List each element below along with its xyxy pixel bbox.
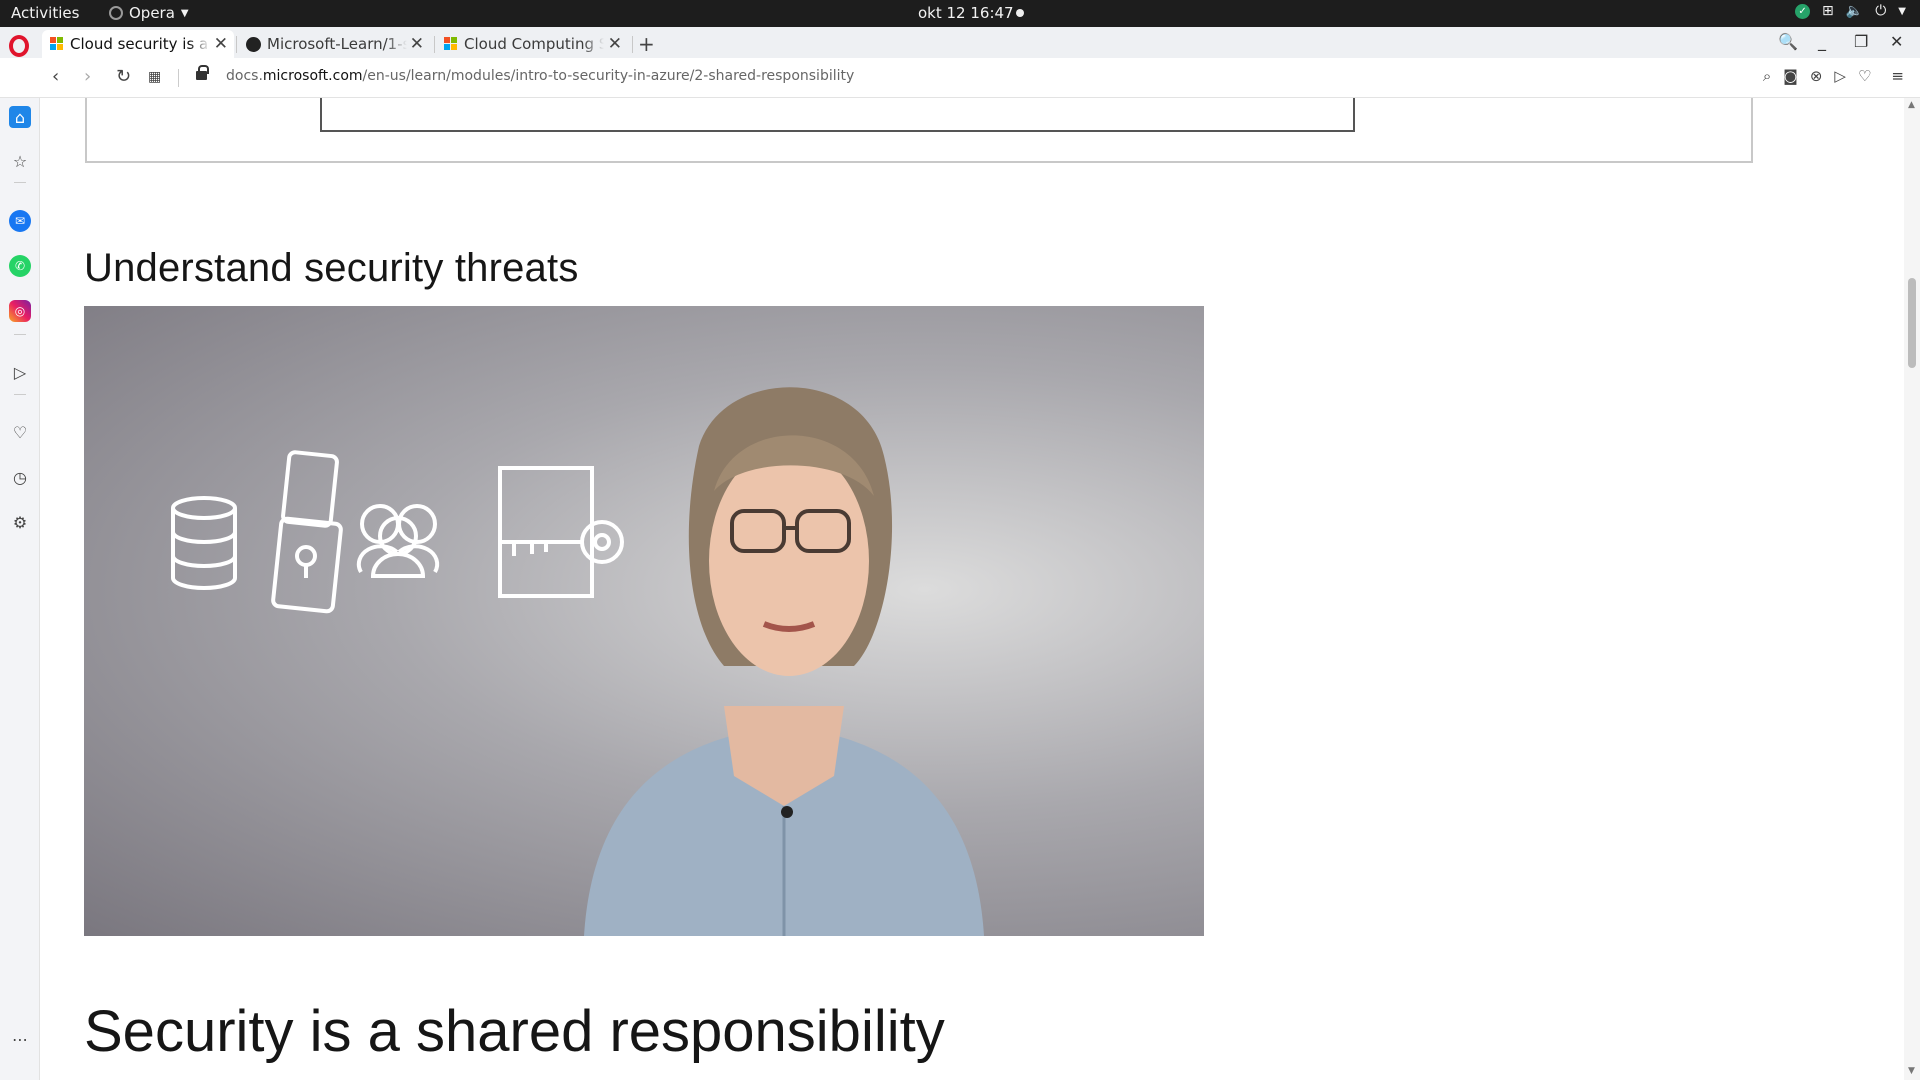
opera-logo-icon[interactable]: [9, 35, 29, 57]
reload-button[interactable]: ↻: [116, 66, 131, 87]
users-group-icon: [356, 504, 440, 578]
system-tray[interactable]: ✓ ⊞ 🔈 ⏻ ▼: [1795, 3, 1906, 19]
activities-button[interactable]: Activities: [11, 4, 79, 22]
tab-separator: [236, 36, 237, 53]
tab-grid-icon[interactable]: ▦: [148, 69, 161, 85]
heart-icon[interactable]: ♡: [1858, 67, 1871, 85]
separator: [14, 182, 26, 183]
app-name: Opera: [129, 4, 175, 22]
page-scrollbar[interactable]: ▲ ▼: [1904, 98, 1920, 1080]
tab-bar: Cloud security is a shared ✕ Microsoft-L…: [0, 27, 1920, 58]
heart-icon[interactable]: ♡: [9, 421, 31, 443]
chevron-down-icon: ▼: [180, 7, 189, 19]
tab-cloud-computing[interactable]: Cloud Computing Security ✕: [436, 30, 628, 58]
close-icon[interactable]: ✕: [608, 34, 622, 54]
close-icon[interactable]: ✕: [410, 34, 424, 54]
home-icon[interactable]: ⌂: [9, 106, 31, 128]
close-window-button[interactable]: ✕: [1890, 32, 1903, 51]
scrollbar-thumb[interactable]: [1908, 278, 1916, 368]
tab-separator: [434, 36, 435, 53]
clock[interactable]: okt 12 16:47: [918, 4, 1014, 22]
app-menu[interactable]: Opera ▼: [109, 4, 189, 22]
scroll-down-arrow-icon[interactable]: ▼: [1908, 1066, 1915, 1076]
separator: [178, 69, 179, 87]
tab-github[interactable]: Microsoft-Learn/1-security ✕: [238, 30, 430, 58]
instagram-icon[interactable]: ◎: [9, 300, 31, 322]
section-heading: Understand security threats: [84, 246, 579, 290]
send-icon[interactable]: ▷: [1834, 67, 1846, 85]
checkmark-icon: ✓: [1795, 3, 1811, 19]
video-player[interactable]: [84, 306, 1204, 936]
separator: [14, 334, 26, 335]
back-button[interactable]: ‹: [52, 66, 59, 87]
chevron-down-icon: ▼: [1898, 5, 1906, 17]
video-frame-illustration: [171, 387, 984, 936]
settings-gear-icon[interactable]: ⚙: [9, 511, 31, 533]
lock-icon[interactable]: [196, 65, 209, 80]
restore-button[interactable]: ❐: [1854, 32, 1868, 51]
github-icon: [246, 36, 261, 52]
url-path: /en-us/learn/modules/intro-to-security-i…: [362, 68, 855, 84]
power-icon: ⏻: [1875, 3, 1887, 19]
minimize-button[interactable]: _: [1818, 32, 1826, 51]
phone-lock-icon: [271, 450, 343, 614]
speed-dial-star-icon[interactable]: ☆: [9, 150, 31, 172]
url-field[interactable]: docs.microsoft.com/en-us/learn/modules/i…: [226, 68, 854, 84]
tab-title: Cloud Computing Security: [464, 35, 604, 53]
address-bar-tools: ⌕ ◙ ⊗ ▷ ♡ ≡: [1763, 67, 1904, 85]
network-icon: ⊞: [1822, 3, 1834, 19]
tab-cloud-security[interactable]: Cloud security is a shared ✕: [42, 30, 234, 58]
separator: [14, 394, 26, 395]
opera-app-icon: [109, 6, 123, 20]
previous-content-inner-frame: [320, 98, 1355, 132]
more-icon[interactable]: ⋯: [9, 1028, 31, 1050]
opera-sidebar: ⌂ ☆ ✉ ✆ ◎ ▷ ♡ ◷ ⚙ ⋯: [0, 98, 40, 1080]
camera-icon[interactable]: ◙: [1783, 67, 1798, 85]
tab-search-icon[interactable]: 🔍: [1778, 32, 1798, 51]
microsoft-icon: [50, 37, 64, 51]
volume-icon: 🔈: [1845, 3, 1864, 19]
new-tab-button[interactable]: +: [638, 32, 655, 56]
whatsapp-icon[interactable]: ✆: [9, 255, 31, 277]
notification-dot-icon: [1016, 9, 1024, 17]
history-clock-icon[interactable]: ◷: [9, 466, 31, 488]
tab-title: Cloud security is a shared: [70, 35, 210, 53]
adblock-icon[interactable]: ⊗: [1810, 67, 1823, 85]
tab-title: Microsoft-Learn/1-security: [267, 35, 407, 53]
close-icon[interactable]: ✕: [214, 34, 228, 54]
key-document-icon: [498, 466, 624, 598]
scroll-up-arrow-icon[interactable]: ▲: [1908, 100, 1915, 110]
microsoft-icon: [444, 37, 458, 51]
system-top-bar: Activities Opera ▼ okt 12 16:47 ✓ ⊞ 🔈 ⏻ …: [0, 0, 1920, 27]
flow-send-icon[interactable]: ▷: [9, 361, 31, 383]
main-heading: Security is a shared responsibility: [84, 999, 945, 1064]
presenter-person: [584, 387, 984, 936]
tab-separator: [632, 36, 633, 53]
forward-button[interactable]: ›: [84, 66, 91, 87]
url-host-prefix: docs.: [226, 68, 263, 84]
page-content: Understand security threats Security is …: [41, 98, 1904, 1080]
address-bar: ‹ › ↻ ▦ docs.microsoft.com/en-us/learn/m…: [0, 58, 1920, 98]
url-host: microsoft.com: [262, 68, 363, 84]
menu-icon[interactable]: ≡: [1891, 67, 1904, 85]
messenger-icon[interactable]: ✉: [9, 210, 31, 232]
database-icon: [171, 496, 237, 590]
zoom-icon[interactable]: ⌕: [1763, 67, 1771, 85]
